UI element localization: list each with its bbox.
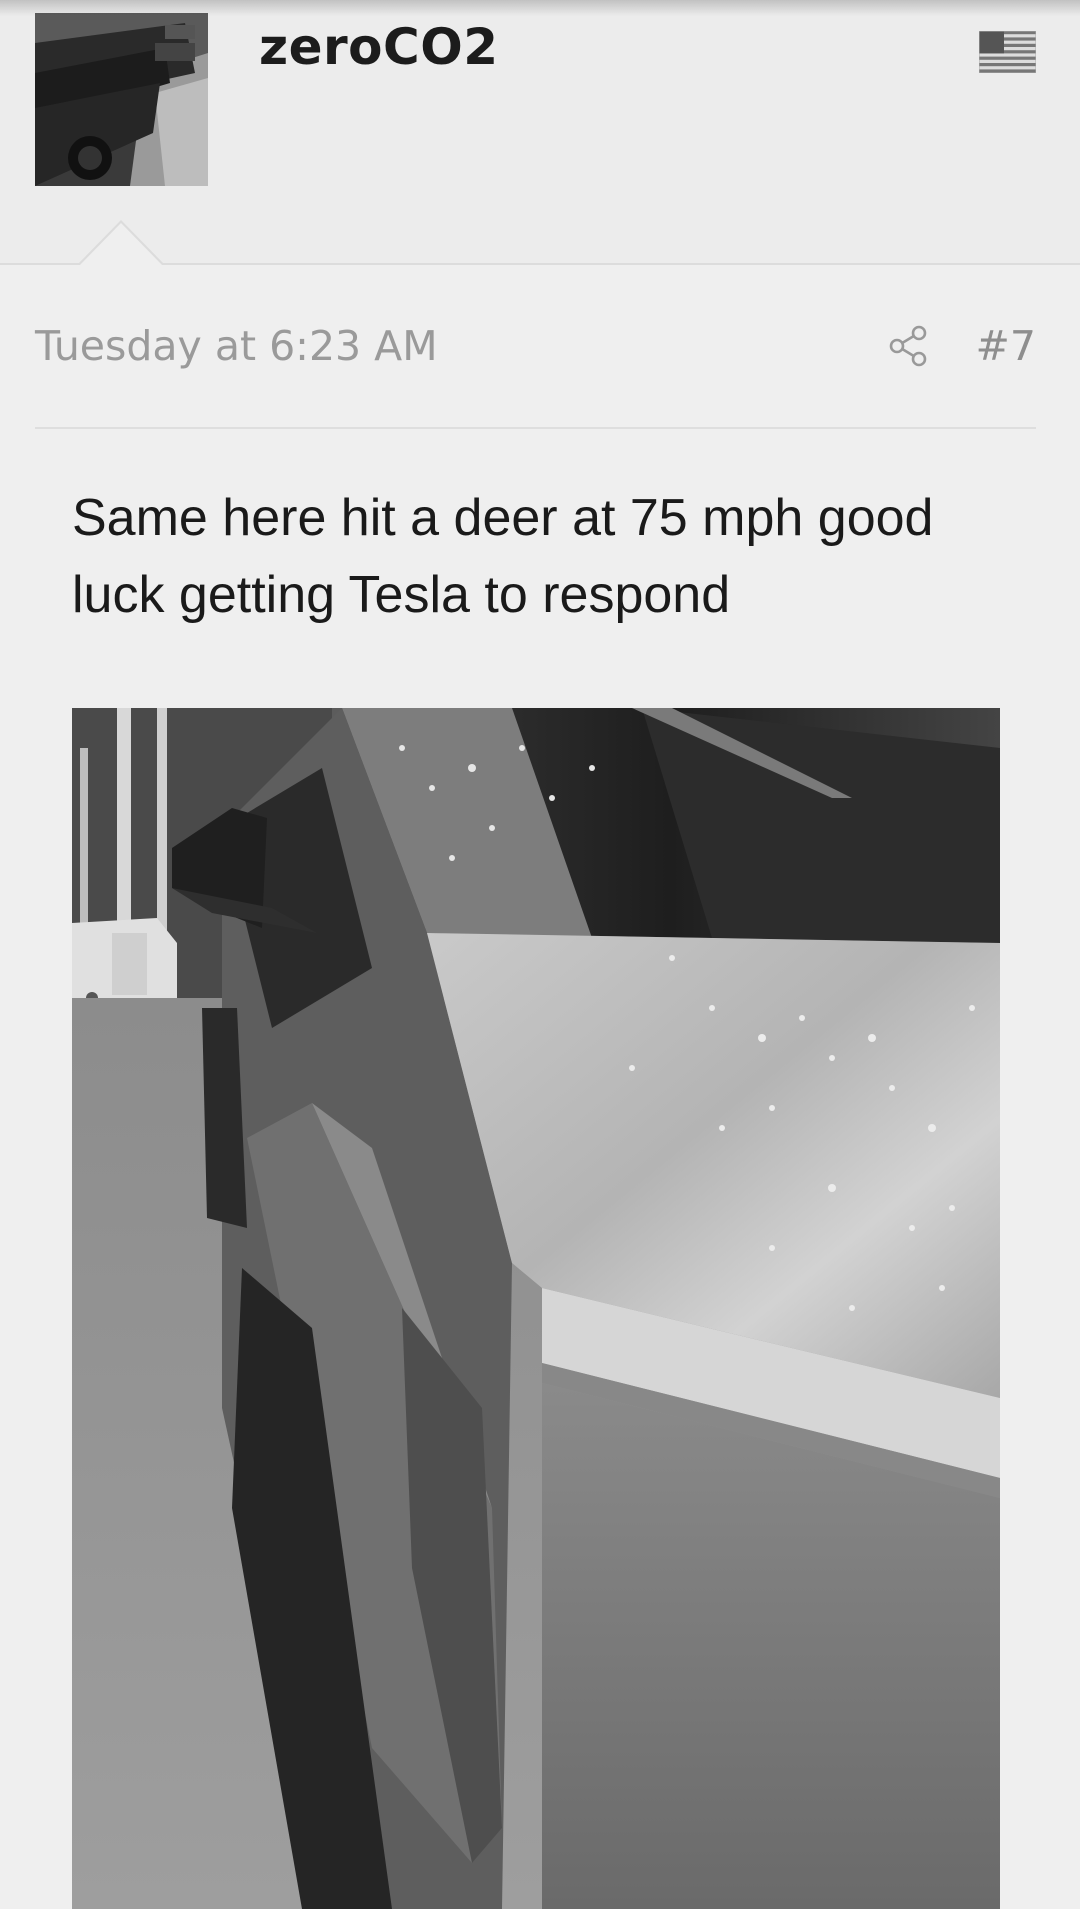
user-avatar[interactable] xyxy=(35,13,208,186)
username[interactable]: zeroCO2 xyxy=(259,18,499,76)
post-body: Same here hit a deer at 75 mph good luck… xyxy=(72,489,934,624)
divider xyxy=(35,427,1036,429)
post-date[interactable]: Tuesday at 6:23 AM xyxy=(35,322,438,370)
top-shadow xyxy=(0,0,1080,16)
damaged-cybertruck-photo-icon xyxy=(72,708,1000,1909)
cybertruck-avatar-icon xyxy=(35,13,208,186)
attachment-image[interactable] xyxy=(72,708,1000,1909)
post-meta: Tuesday at 6:23 AM #7 xyxy=(35,310,1036,382)
us-flag-icon xyxy=(978,30,1037,74)
post-number[interactable]: #7 xyxy=(976,322,1036,370)
share-icon[interactable] xyxy=(885,322,933,370)
header-pointer xyxy=(79,223,163,266)
